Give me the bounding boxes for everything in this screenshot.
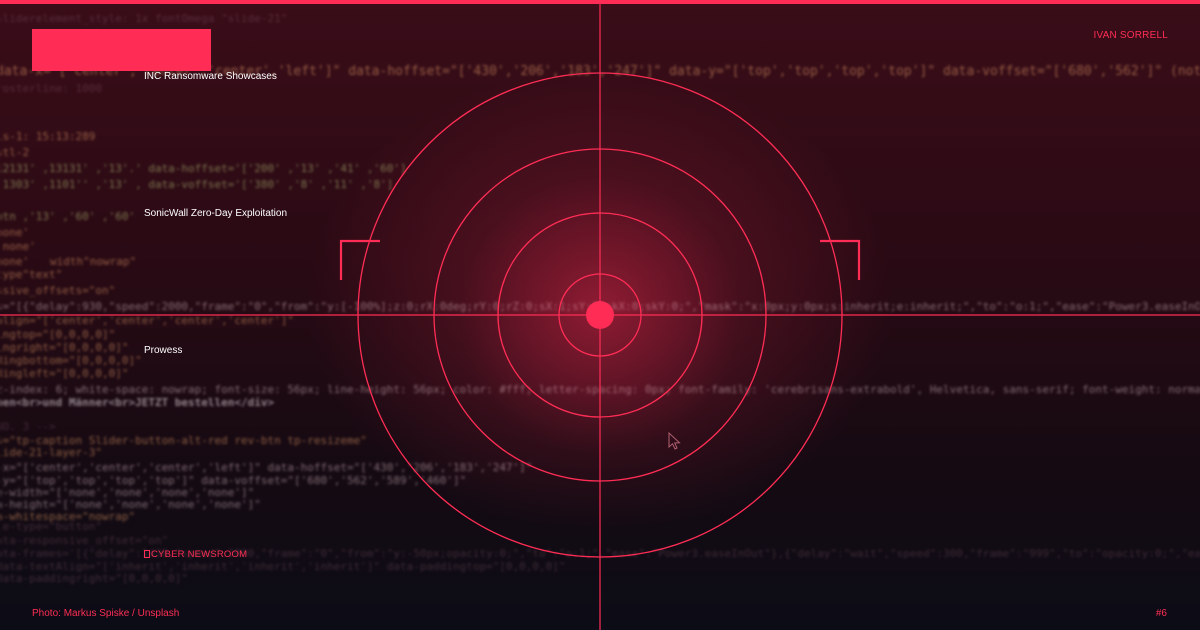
logo-block [32,29,211,71]
author-name: IVAN SORRELL [1093,30,1168,41]
top-accent-bar [0,0,1200,4]
headline: SonicWall Zero-Day Exploitation [144,208,288,219]
headline: Prowess [144,345,183,356]
headline: INC Ransomware Showcases [144,71,277,82]
page-number: #6 [1155,608,1167,619]
crosshair-target-icon [0,0,1200,630]
photo-credit: Photo: Markus Spiske / Unsplash [32,608,180,619]
brand-label: CYBER NEWSROOM [144,549,247,560]
brand-text: CYBER NEWSROOM [151,549,248,560]
bullet-icon [144,550,150,558]
